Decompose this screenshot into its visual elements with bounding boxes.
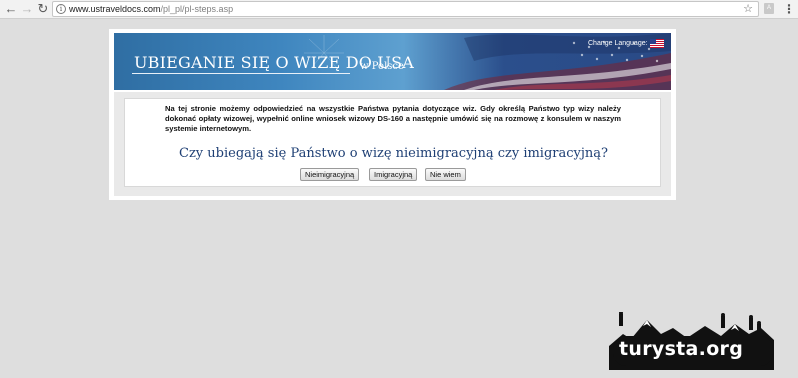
url-text: www.ustraveldocs.com/pl_pl/pl-steps.asp: [69, 4, 234, 14]
nonimmigrant-button[interactable]: Nieimigracyjną: [300, 168, 360, 181]
arrow-left-icon[interactable]: ←: [3, 1, 19, 17]
content-panel: Na tej stronie możemy odpowiedzieć na ws…: [114, 92, 671, 196]
extension-icon[interactable]: A: [764, 3, 774, 14]
bookmark-star-icon[interactable]: ☆: [743, 2, 753, 16]
menu-icon[interactable]: ⋮: [783, 1, 795, 17]
immigrant-button[interactable]: Imigracyjną: [369, 168, 418, 181]
info-icon[interactable]: i: [56, 4, 66, 14]
unknown-button[interactable]: Nie wiem: [425, 168, 466, 181]
visa-type-question: Czy ubiegają się Państwo o wizę nieimigr…: [179, 146, 608, 161]
banner-subtitle: w Polsce: [360, 61, 404, 72]
turysta-logo-text: turysta.org: [619, 338, 744, 360]
page-frame: UBIEGANIE SIĘ O WIZĘ DO USA w Polsce Cha…: [109, 29, 676, 200]
content-box: Na tej stronie możemy odpowiedzieć na ws…: [124, 98, 661, 187]
intro-text: Na tej stronie możemy odpowiedzieć na ws…: [165, 104, 621, 133]
header-banner: UBIEGANIE SIĘ O WIZĘ DO USA w Polsce Cha…: [114, 33, 671, 90]
title-underline: [132, 73, 350, 74]
us-flag-icon[interactable]: [650, 39, 664, 48]
browser-toolbar: ← → ↻ i www.ustraveldocs.com/pl_pl/pl-st…: [0, 0, 798, 19]
reload-icon[interactable]: ↻: [35, 1, 51, 17]
change-language-label[interactable]: Change Language:: [588, 40, 648, 47]
arrow-right-icon[interactable]: →: [19, 1, 35, 17]
address-bar[interactable]: i www.ustraveldocs.com/pl_pl/pl-steps.as…: [52, 1, 759, 17]
